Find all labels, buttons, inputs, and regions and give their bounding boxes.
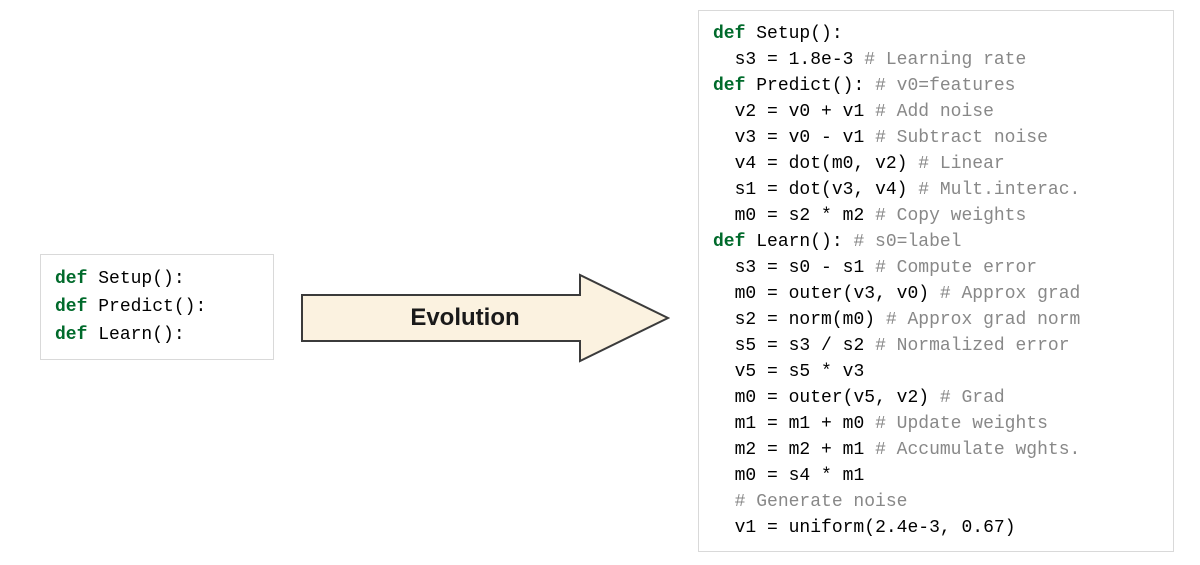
code-line: def Setup(): xyxy=(55,265,259,293)
code-line: def Learn(): xyxy=(55,321,259,349)
code-box-before: def Setup():def Predict():def Learn(): xyxy=(40,254,274,360)
code-line: v2 = v0 + v1 # Add noise xyxy=(713,99,1159,125)
code-line: def Predict(): xyxy=(55,293,259,321)
code-line: m0 = s2 * m2 # Copy weights xyxy=(713,203,1159,229)
code-line: # Generate noise xyxy=(713,489,1159,515)
code-line: s5 = s3 / s2 # Normalized error xyxy=(713,333,1159,359)
code-line: def Setup(): xyxy=(713,21,1159,47)
code-line: def Predict(): # v0=features xyxy=(713,73,1159,99)
code-box-after: def Setup(): s3 = 1.8e-3 # Learning rate… xyxy=(698,10,1174,552)
code-line: v1 = uniform(2.4e-3, 0.67) xyxy=(713,515,1159,541)
code-line: s3 = 1.8e-3 # Learning rate xyxy=(713,47,1159,73)
code-line: m0 = s4 * m1 xyxy=(713,463,1159,489)
code-line: m2 = m2 + m1 # Accumulate wghts. xyxy=(713,437,1159,463)
diagram-canvas: def Setup():def Predict():def Learn(): E… xyxy=(0,0,1200,565)
code-line: s1 = dot(v3, v4) # Mult.interac. xyxy=(713,177,1159,203)
code-line: v3 = v0 - v1 # Subtract noise xyxy=(713,125,1159,151)
code-line: def Learn(): # s0=label xyxy=(713,229,1159,255)
arrow-right-icon xyxy=(300,273,670,363)
code-line: v5 = s5 * v3 xyxy=(713,359,1159,385)
evolution-arrow: Evolution xyxy=(300,273,670,363)
code-line: v4 = dot(m0, v2) # Linear xyxy=(713,151,1159,177)
code-line: s3 = s0 - s1 # Compute error xyxy=(713,255,1159,281)
code-line: s2 = norm(m0) # Approx grad norm xyxy=(713,307,1159,333)
code-line: m0 = outer(v5, v2) # Grad xyxy=(713,385,1159,411)
code-line: m1 = m1 + m0 # Update weights xyxy=(713,411,1159,437)
code-line: m0 = outer(v3, v0) # Approx grad xyxy=(713,281,1159,307)
